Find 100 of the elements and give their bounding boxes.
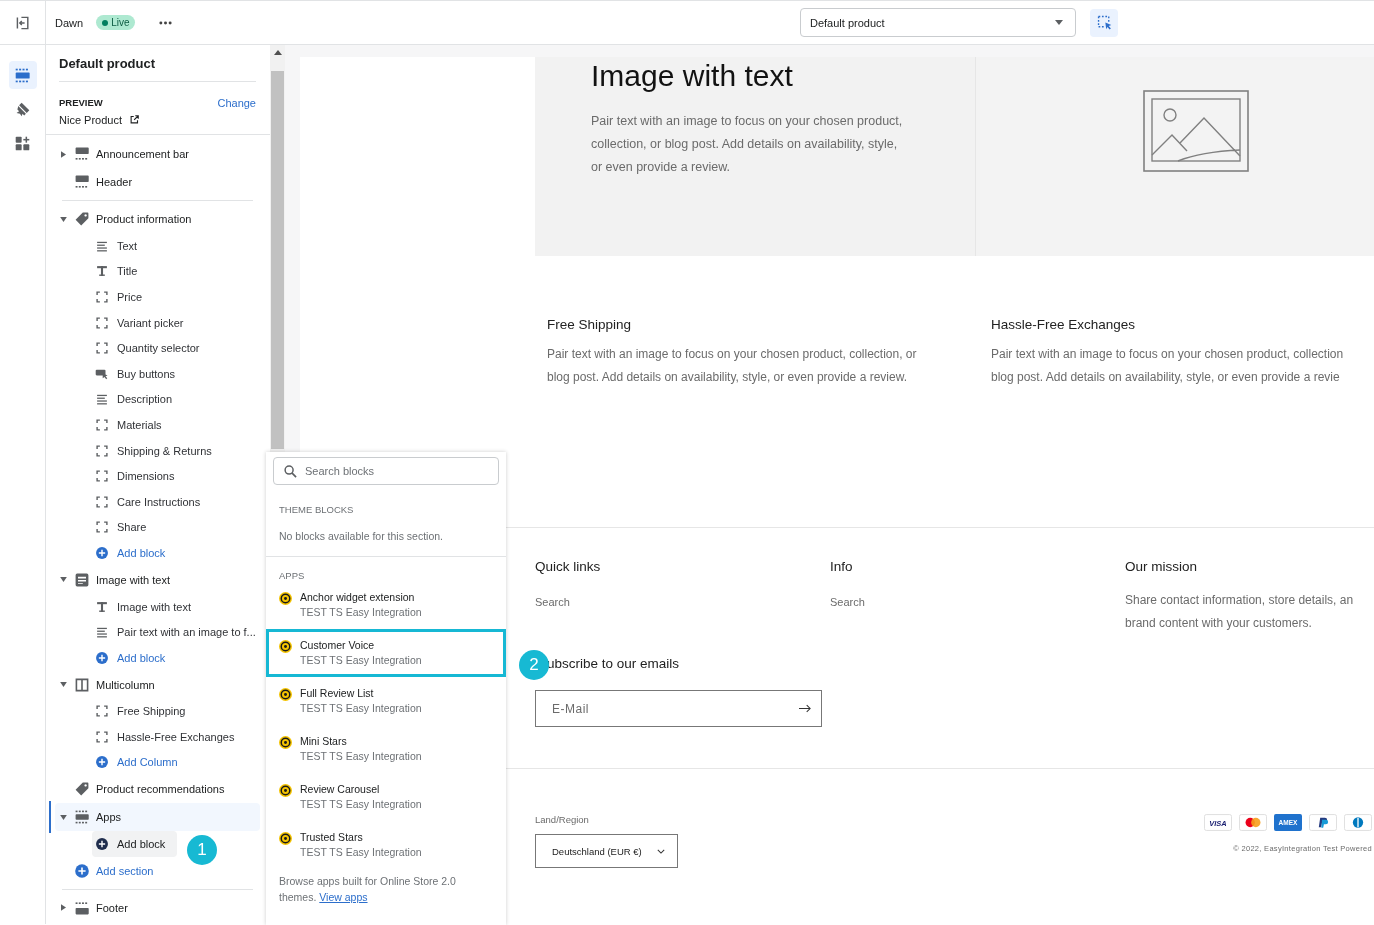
- tag-icon: [74, 211, 90, 227]
- section-item[interactable]: Product information: [55, 205, 260, 233]
- block-item[interactable]: Text: [92, 233, 150, 259]
- block-item[interactable]: Care Instructions: [92, 488, 213, 515]
- app-block-item[interactable]: Customer Voice TEST TS Easy Integration: [266, 629, 506, 677]
- view-apps-link[interactable]: View apps: [319, 891, 368, 903]
- bracket-icon: [95, 520, 109, 535]
- app-developer: TEST TS Easy Integration: [300, 654, 422, 666]
- app-block-item[interactable]: Full Review List TEST TS Easy Integration: [266, 677, 506, 725]
- add-block-link[interactable]: Add block: [92, 831, 178, 857]
- plus-circle-icon: [95, 755, 109, 770]
- section-text: Pair text with an image to focus on your chosen product, collection, or blog post. Add details on availability, style, or even provide a review.: [591, 113, 904, 176]
- apps-heading: APPS: [279, 570, 306, 581]
- bracket-icon: [95, 315, 109, 330]
- template-dropdown[interactable]: Default product: [800, 8, 1076, 37]
- region-label: Land/Region: [535, 814, 590, 825]
- app-block-name: Mini Stars: [300, 735, 348, 747]
- chevron-down-icon: [657, 848, 665, 854]
- exit-icon[interactable]: [14, 14, 31, 31]
- app-block-name: Customer Voice: [300, 639, 376, 651]
- scroll-up-icon[interactable]: [273, 50, 282, 55]
- footer-text: Share contact information, store details, an brand content with your customers.: [1125, 592, 1355, 632]
- app-layout-icon: [74, 809, 90, 826]
- app-block-item[interactable]: Review Carousel TEST TS Easy Integration: [266, 773, 506, 821]
- block-item[interactable]: Hassle-Free Exchanges: [92, 724, 247, 750]
- caret-icon[interactable]: [60, 577, 67, 583]
- inspector-button[interactable]: [1090, 8, 1118, 37]
- footer-layout-icon: [74, 899, 90, 916]
- section-item[interactable]: Multicolumn: [55, 670, 260, 699]
- app-block-item[interactable]: Anchor widget extension TEST TS Easy Integration: [266, 581, 506, 629]
- app-logo-icon: [279, 832, 292, 845]
- theme-blocks-heading: THEME BLOCKS: [279, 504, 355, 515]
- theme-name: Dawn: [55, 16, 84, 29]
- add-block-link[interactable]: Add block: [92, 540, 178, 566]
- card-logo: [1239, 814, 1267, 831]
- external-link-icon[interactable]: [130, 115, 139, 124]
- block-item[interactable]: Price: [92, 284, 155, 310]
- app-block-name: Full Review List: [300, 687, 375, 699]
- column-text: Pair text with an image to focus on your chosen product, collection, or blog post. Add details on availability, style, or even provide a review.: [547, 346, 918, 386]
- search-field[interactable]: Search blocks: [273, 457, 499, 485]
- bracket-icon: [95, 443, 109, 458]
- column-title: Hassle-Free Exchanges: [991, 316, 1137, 334]
- caret-icon[interactable]: [60, 814, 67, 820]
- sections-icon[interactable]: [8, 61, 37, 89]
- section-item[interactable]: Announcement bar: [55, 140, 260, 168]
- app-block-item[interactable]: Mini Stars TEST TS Easy Integration: [266, 725, 506, 773]
- bracket-icon: [95, 704, 109, 719]
- bracket-icon: [95, 469, 109, 484]
- template-title: Default product: [59, 55, 156, 71]
- caret-icon[interactable]: [60, 682, 67, 687]
- app-block-name: Review Carousel: [300, 783, 381, 795]
- app-logo-icon: [279, 640, 292, 653]
- bracket-icon: [95, 494, 109, 509]
- app-block-name: Trusted Stars: [300, 831, 364, 843]
- column-text: Pair text with an image to focus on your chosen product, collection blog post. Add details on availability, style, or even provide a revie: [991, 346, 1345, 386]
- region-select[interactable]: Deutschland (EUR €): [535, 834, 678, 868]
- section-item[interactable]: Header: [55, 168, 260, 196]
- add-block-link[interactable]: Add block: [92, 644, 178, 671]
- app-logo-icon: [279, 784, 292, 797]
- more-icon[interactable]: [159, 20, 173, 25]
- app-developer: TEST TS Easy Integration: [300, 606, 422, 618]
- app-logo-icon: [279, 592, 292, 605]
- footer-link[interactable]: Search: [535, 596, 830, 608]
- plus-circle-icon: [95, 837, 109, 852]
- add-block-link[interactable]: Add Column: [92, 749, 190, 776]
- caret-icon[interactable]: [61, 904, 66, 912]
- scrollbar-thumb[interactable]: [271, 71, 284, 449]
- tag-icon: [74, 781, 90, 798]
- arrow-right-icon[interactable]: [799, 704, 811, 713]
- card-logo: VISA: [1204, 814, 1232, 831]
- block-item[interactable]: Quantity selector: [92, 335, 212, 361]
- bracket-icon: [95, 341, 109, 356]
- email-field[interactable]: E-Mail: [535, 690, 822, 727]
- block-item[interactable]: Pair text with an image to f...: [92, 619, 268, 645]
- section-item[interactable]: Footer: [55, 893, 260, 922]
- block-item[interactable]: Free Shipping: [92, 698, 198, 725]
- block-item[interactable]: Description: [92, 386, 185, 413]
- app-block-item[interactable]: Trusted Stars TEST TS Easy Integration: [266, 821, 506, 869]
- app-developer: TEST TS Easy Integration: [300, 750, 422, 762]
- block-item[interactable]: Title: [92, 258, 150, 285]
- newsletter-heading: ubscribe to our emails: [547, 655, 681, 673]
- app-block-name: Anchor widget extension: [300, 591, 416, 603]
- section-item[interactable]: Image with text: [55, 565, 260, 594]
- block-item[interactable]: Buy buttons: [92, 360, 188, 387]
- caret-icon[interactable]: [61, 150, 66, 158]
- block-item[interactable]: Materials: [92, 412, 174, 438]
- block-item[interactable]: Variant picker: [92, 309, 196, 336]
- text-lines-icon: [95, 392, 109, 407]
- block-item[interactable]: Shipping & Returns: [92, 437, 224, 464]
- block-item[interactable]: Dimensions: [92, 463, 187, 489]
- caret-icon[interactable]: [60, 216, 67, 222]
- app-logo-icon: [279, 688, 292, 701]
- change-link[interactable]: Change: [217, 96, 256, 109]
- letter-t-icon: [95, 264, 109, 279]
- footer-link[interactable]: Search: [830, 596, 1125, 608]
- block-item[interactable]: Share: [92, 514, 159, 541]
- caret-icon: [1055, 20, 1063, 25]
- section-item[interactable]: Product recommendations: [55, 775, 260, 804]
- cursor-select-icon: [1095, 14, 1113, 31]
- block-item[interactable]: Image with text: [92, 593, 203, 620]
